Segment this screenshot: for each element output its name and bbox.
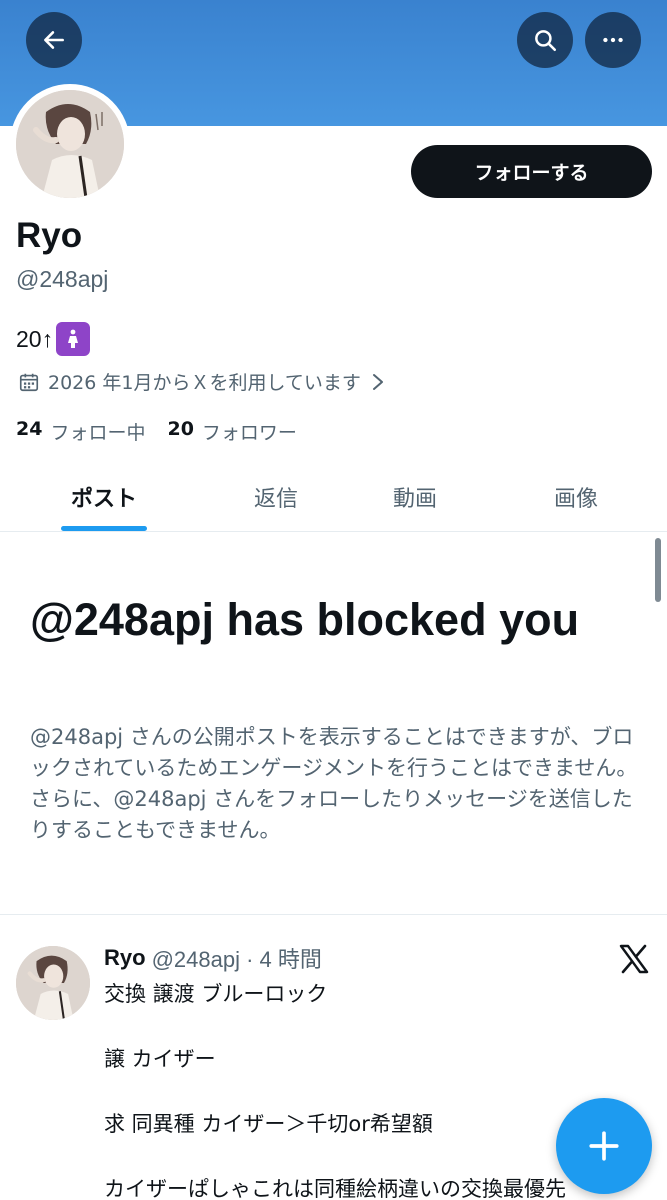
plus-icon <box>589 1131 619 1161</box>
active-tab-indicator <box>61 526 147 531</box>
calendar-icon <box>19 373 39 391</box>
post-header: Ryo @248apj · 4 時間 <box>104 942 322 974</box>
back-button[interactable] <box>26 12 82 68</box>
post-avatar[interactable] <box>16 946 90 1020</box>
profile-tabs: ポスト 返信 動画 画像 <box>0 462 667 532</box>
arrow-left-icon <box>44 31 64 49</box>
scrollbar[interactable] <box>655 538 661 602</box>
post-text-line: 譲 カイザー <box>104 1047 216 1071</box>
post-text-line: 交換 譲渡 ブルーロック <box>104 982 328 1006</box>
joined-date[interactable]: 2026 年1月からＸを利用しています <box>18 368 393 395</box>
following-link[interactable]: 24 フォロー中 <box>16 418 145 445</box>
chevron-right-icon <box>372 373 383 390</box>
profile-name: Ryo <box>16 216 83 255</box>
post-text-line: 求 同異種 カイザー＞千切or希望額 <box>104 1112 433 1136</box>
womens-symbol-icon <box>56 322 91 356</box>
following-label: フォロー中 <box>50 422 146 444</box>
post-text-line: カイザーぱしゃこれは同種絵柄違いの交換最優先 <box>104 1177 566 1200</box>
avatar <box>16 90 124 198</box>
follow-button[interactable]: フォローする <box>411 145 652 198</box>
blocked-description: @248apj さんの公開ポストを表示することはできますが、ブロックされているた… <box>30 725 638 842</box>
joined-text: 2026 年1月からＸを利用しています <box>48 372 361 394</box>
profile-handle: @248apj <box>16 266 109 292</box>
x-logo-icon[interactable] <box>618 944 650 974</box>
followers-count: 20 <box>167 418 194 440</box>
search-button[interactable] <box>517 12 573 68</box>
profile-avatar-ring[interactable] <box>10 84 130 204</box>
following-count: 24 <box>16 418 43 440</box>
followers-label: フォロワー <box>201 422 297 444</box>
profile-bio: 20↑ <box>16 322 91 356</box>
bio-text: 20↑ <box>16 325 54 352</box>
post-meta: @248apj · 4 時間 <box>151 947 322 972</box>
divider <box>0 914 667 915</box>
post-author-name[interactable]: Ryo <box>104 945 146 971</box>
tab-posts[interactable]: ポスト <box>40 462 168 532</box>
follow-stats: 24 フォロー中 20 フォロワー <box>16 418 319 445</box>
search-icon <box>535 30 557 52</box>
more-horizontal-icon <box>603 37 623 43</box>
blocked-title: @248apj has blocked you <box>30 594 580 645</box>
more-button[interactable] <box>585 12 641 68</box>
compose-post-button[interactable] <box>556 1098 652 1194</box>
tab-videos[interactable]: 動画 <box>351 462 479 532</box>
tab-replies[interactable]: 返信 <box>212 462 340 532</box>
tab-images[interactable]: 画像 <box>512 462 640 532</box>
followers-link[interactable]: 20 フォロワー <box>167 418 296 445</box>
